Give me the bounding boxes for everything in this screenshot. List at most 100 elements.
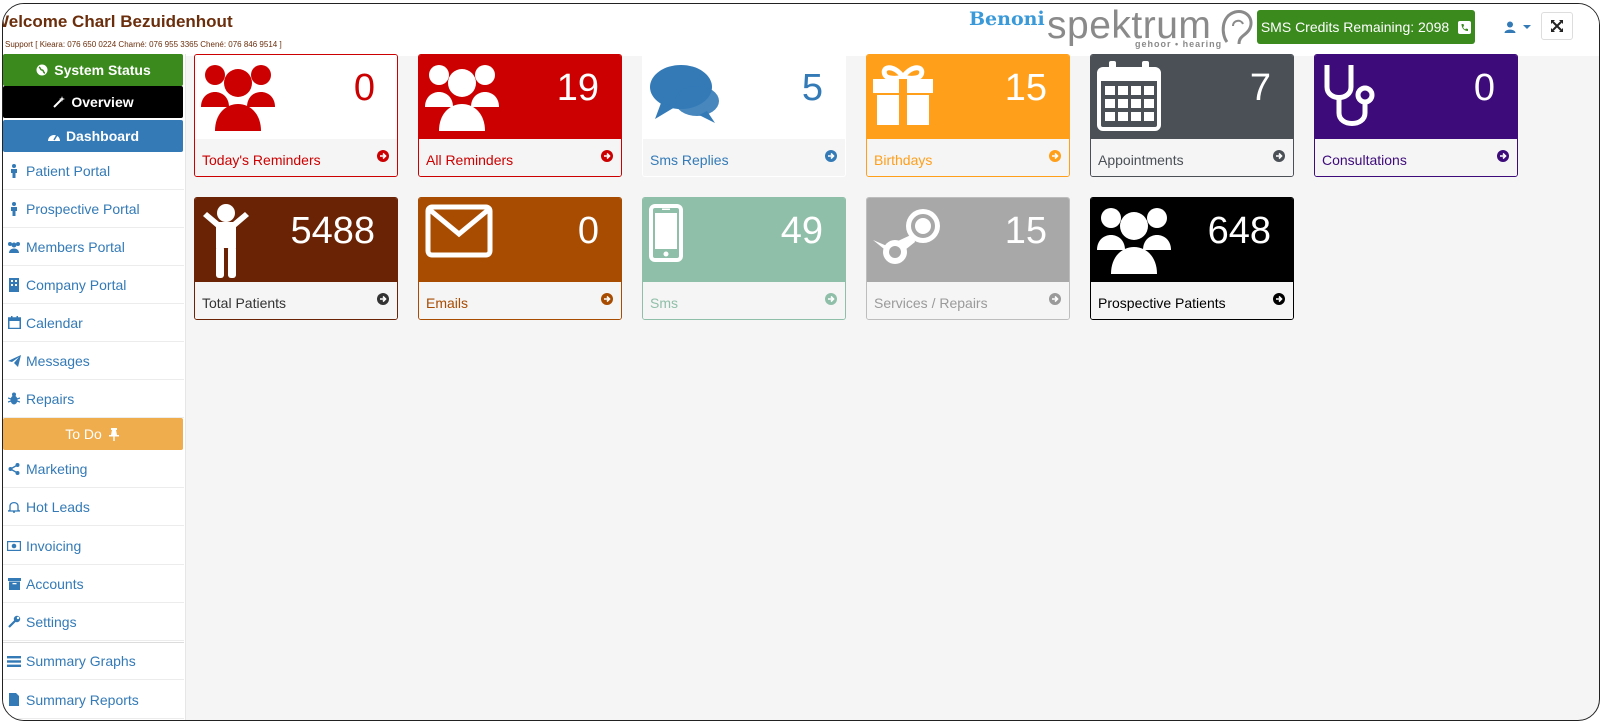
paper-plane-icon <box>7 354 21 368</box>
tile-footer-link[interactable]: Today's Reminders <box>195 139 397 176</box>
tile-count: 0 <box>1473 67 1495 109</box>
tile-footer-link[interactable]: Total Patients <box>195 282 397 319</box>
bug-icon <box>7 392 21 406</box>
user-menu-toggle[interactable] <box>1503 16 1537 38</box>
tile-footer-link[interactable]: Consultations <box>1315 139 1517 176</box>
tile-todays-reminders[interactable]: 0 Today's Reminders <box>194 54 398 177</box>
arrow-circle-right-icon <box>825 150 837 162</box>
tile-footer-link[interactable]: Emails <box>419 282 621 319</box>
dashboard-label: Dashboard <box>65 128 140 144</box>
support-contacts: Support [ Kieara: 076 650 0224 Charné: 0… <box>5 40 282 49</box>
tile-services-repairs[interactable]: 15 Services / Repairs <box>866 197 1070 320</box>
building-icon <box>7 277 21 292</box>
sidebar-item-repairs[interactable]: Repairs <box>3 380 184 418</box>
sidebar-item-invoicing[interactable]: Invoicing <box>3 527 184 565</box>
tile-count: 5 <box>801 67 823 109</box>
caret-down-icon <box>1520 20 1534 34</box>
stethoscope-icon <box>1321 61 1381 136</box>
phone-square-icon <box>1457 20 1471 34</box>
arrow-circle-right-icon <box>1049 150 1061 162</box>
tile-label: Birthdays <box>874 152 933 168</box>
welcome-text: Welcome Charl Bezuidenhout <box>2 12 233 31</box>
spektrum-logo: spektrum gehoor • hearing <box>1043 4 1253 50</box>
arrow-circle-right-icon <box>825 293 837 305</box>
arrow-circle-right-icon <box>601 293 613 305</box>
arrow-circle-right-icon <box>1049 293 1061 305</box>
tile-label: Total Patients <box>202 295 287 311</box>
bell-icon <box>7 500 21 514</box>
tile-footer-link[interactable]: Services / Repairs <box>867 282 1069 319</box>
sidebar-item-patient-portal[interactable]: Patient Portal <box>3 152 184 190</box>
tile-count: 0 <box>353 67 375 109</box>
sidebar-item-label: Summary Graphs <box>26 653 136 669</box>
dashboard-button[interactable]: Dashboard <box>3 120 183 152</box>
sidebar-item-summary-graphs[interactable]: Summary Graphs <box>3 642 184 680</box>
tile-appointments[interactable]: 7 Appointments <box>1090 54 1294 177</box>
system-status-button[interactable]: System Status <box>3 54 183 86</box>
sidebar-item-label: Settings <box>26 613 77 630</box>
sidebar-item-label: Hot Leads <box>26 498 90 515</box>
archive-icon <box>7 577 21 591</box>
tile-sms-replies[interactable]: 5 Sms Replies <box>642 54 846 177</box>
overview-label: Overview <box>71 94 134 110</box>
tile-all-reminders[interactable]: 19 All Reminders <box>418 54 622 177</box>
tile-count: 49 <box>780 210 823 252</box>
sidebar-item-prospective-portal[interactable]: Prospective Portal <box>3 190 184 228</box>
tile-footer-link[interactable]: All Reminders <box>419 139 621 176</box>
fullscreen-button[interactable] <box>1541 12 1573 40</box>
sidebar-item-hot-leads[interactable]: Hot Leads <box>3 488 184 526</box>
tile-count: 19 <box>556 67 599 109</box>
sidebar-item-marketing[interactable]: Marketing <box>3 450 184 488</box>
sidebar-item-calendar[interactable]: Calendar <box>3 304 184 342</box>
app-frame: Welcome Charl Bezuidenhout Support [ Kie… <box>2 3 1600 721</box>
tile-sms[interactable]: 49 Sms <box>642 197 846 320</box>
male-icon <box>7 201 21 216</box>
wrench-icon <box>7 615 21 629</box>
sidebar-item-summary-reports[interactable]: Summary Reports <box>3 681 184 719</box>
users-icon <box>1097 204 1171 279</box>
tile-consultations[interactable]: 0 Consultations <box>1314 54 1518 177</box>
magic-wand-icon <box>52 95 66 109</box>
calendar-icon <box>1097 61 1161 136</box>
sidebar: System Status Overview Dashboard Patient… <box>3 54 186 720</box>
arrow-circle-right-icon <box>601 150 613 162</box>
tile-label: All Reminders <box>426 152 514 168</box>
calendar-icon <box>7 316 21 330</box>
sidebar-item-label: Summary Reports <box>26 691 139 708</box>
tile-footer-link[interactable]: Sms Replies <box>643 139 845 176</box>
tile-count: 15 <box>1004 210 1047 252</box>
tile-footer-link[interactable]: Birthdays <box>867 139 1069 176</box>
ear-icon <box>1221 10 1253 45</box>
sidebar-item-company-portal[interactable]: Company Portal <box>3 266 184 304</box>
mobile-icon <box>649 204 683 267</box>
expand-icon <box>1550 19 1564 33</box>
child-icon <box>201 204 251 283</box>
sidebar-item-label: Messages <box>26 352 90 369</box>
system-status-label: System Status <box>54 62 151 78</box>
tile-footer-link[interactable]: Prospective Patients <box>1091 282 1293 319</box>
tile-footer-link[interactable]: Appointments <box>1091 139 1293 176</box>
todo-button[interactable]: To Do <box>3 418 183 450</box>
overview-button[interactable]: Overview <box>3 86 183 118</box>
top-bar: Welcome Charl Bezuidenhout Support [ Kie… <box>3 4 1599 56</box>
sidebar-item-messages[interactable]: Messages <box>3 342 184 380</box>
sidebar-item-members-portal[interactable]: Members Portal <box>3 228 184 266</box>
sidebar-item-label: Prospective Portal <box>26 200 140 217</box>
tile-emails[interactable]: 0 Emails <box>418 197 622 320</box>
arrow-circle-right-icon <box>377 150 389 162</box>
todo-label: To Do <box>65 426 102 442</box>
tile-footer-link[interactable]: Sms <box>643 282 845 319</box>
share-icon <box>7 462 21 476</box>
tile-birthdays[interactable]: 15 Birthdays <box>866 54 1070 177</box>
sms-credits-button[interactable]: SMS Credits Remaining: 2098 <box>1257 10 1475 44</box>
tile-total-patients[interactable]: 5488 Total Patients <box>194 197 398 320</box>
tile-count: 15 <box>1004 67 1047 109</box>
tile-prospective-patients[interactable]: 648 Prospective Patients <box>1090 197 1294 320</box>
sidebar-item-accounts[interactable]: Accounts <box>3 565 184 603</box>
arrow-circle-right-icon <box>1273 150 1285 162</box>
tile-label: Today's Reminders <box>202 152 321 168</box>
users-icon <box>7 240 21 254</box>
comments-icon <box>649 61 723 130</box>
sidebar-item-settings[interactable]: Settings <box>3 603 184 641</box>
dashboard-icon <box>47 129 61 143</box>
